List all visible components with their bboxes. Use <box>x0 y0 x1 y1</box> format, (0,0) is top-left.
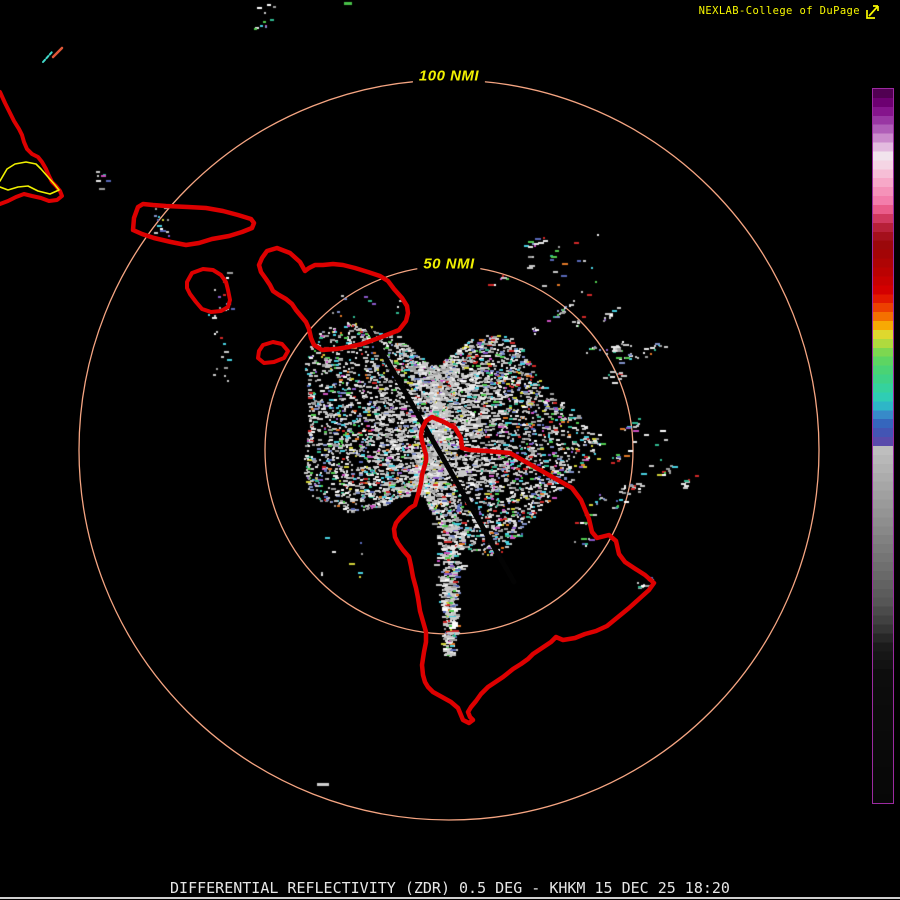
range-ring-label: 50 NMI <box>417 255 481 273</box>
nexlab-logo-icon <box>866 5 879 19</box>
colorbar-gradient <box>873 89 893 803</box>
island-molokai <box>130 201 257 248</box>
stray-segment-cyan <box>42 51 53 63</box>
stray-segment-red <box>51 46 64 59</box>
island-lanai <box>185 267 232 314</box>
bottom-border-line <box>0 897 900 899</box>
island-kahoolawe <box>256 340 290 365</box>
island-big-island <box>391 414 657 726</box>
radar-display: 100 NMI 50 NMI NEXLAB-College of DuPage D… <box>0 0 900 900</box>
colorbar-scale <box>872 88 894 804</box>
map-overlay-layer <box>0 46 657 726</box>
product-caption: DIFFERENTIAL REFLECTIVITY (ZDR) 0.5 DEG … <box>170 879 730 897</box>
range-ring-label: 100 NMI <box>412 67 486 85</box>
island-maui <box>256 245 411 353</box>
page-title: NEXLAB-College of DuPage <box>698 5 860 17</box>
